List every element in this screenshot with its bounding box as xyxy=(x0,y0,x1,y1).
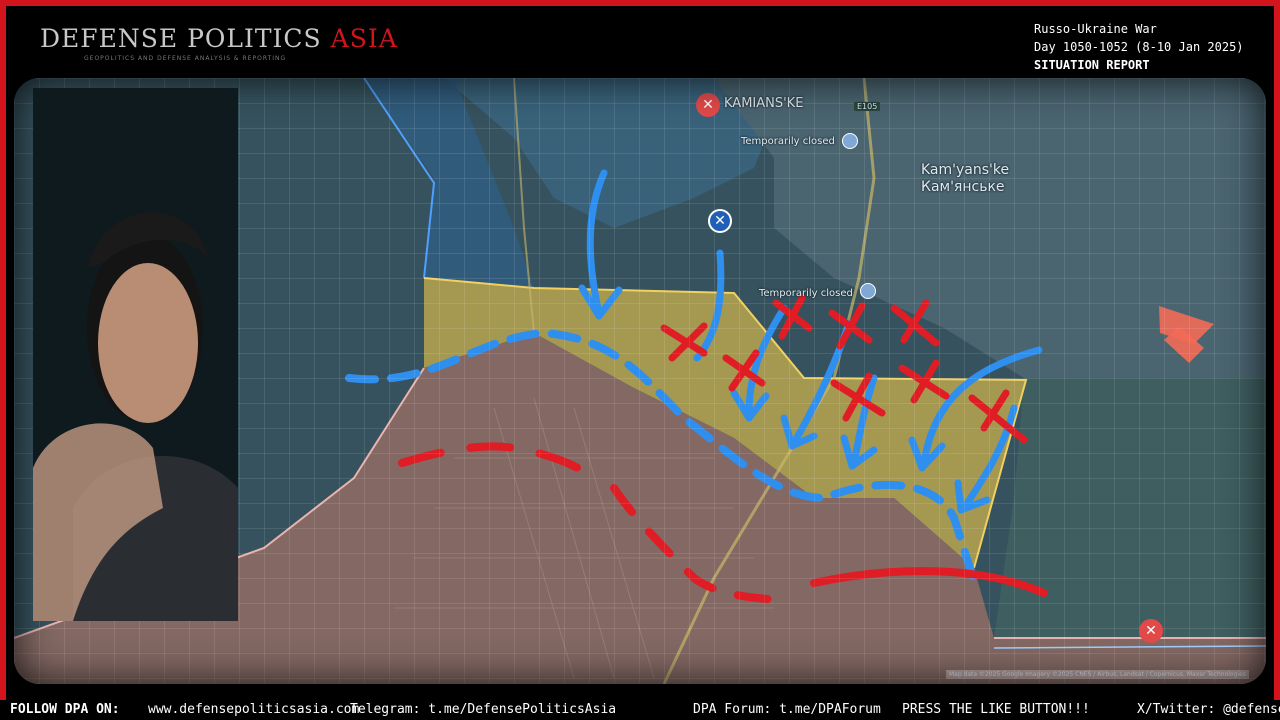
label-kamianske-cyrillic: Кам'янське xyxy=(921,179,1005,195)
report-war-title: Russo-Ukraine War xyxy=(1034,22,1157,36)
label-kamianske-upper: KAMIANS'KE xyxy=(724,96,804,111)
presenter-video xyxy=(33,88,238,621)
ticker-forum[interactable]: DPA Forum: t.me/DPAForum xyxy=(693,700,881,720)
poi-marker-1[interactable] xyxy=(842,133,858,149)
logo-text: DEFENSE POLITICS ASIA xyxy=(40,24,398,53)
label-temporarily-closed-2: Temporarily closed xyxy=(759,288,853,299)
label-temporarily-closed-1: Temporarily closed xyxy=(741,136,835,147)
report-type: SITUATION REPORT xyxy=(1034,58,1150,72)
ticker-bar: FOLLOW DPA ON: www.defensepoliticsasia.c… xyxy=(0,700,1280,720)
poi-marker-2[interactable] xyxy=(860,283,876,299)
logo-tagline: GEOPOLITICS AND DEFENSE ANALYSIS & REPOR… xyxy=(84,55,287,62)
presenter-silhouette xyxy=(33,88,238,621)
label-kamianske-latin: Kam'yans'ke xyxy=(921,162,1010,178)
ua-battle-icon[interactable]: ✕ xyxy=(708,209,732,233)
logo-main: DEFENSE POLITICS xyxy=(40,24,322,53)
ticker-follow-label: FOLLOW DPA ON: xyxy=(10,702,120,717)
ticker-twitter[interactable]: X/Twitter: @defensepoliticsasia xyxy=(1137,700,1280,720)
map-credit: Map data ©2025 Google Imagery ©2025 CNES… xyxy=(946,670,1249,679)
ticker-telegram[interactable]: Telegram: t.me/DefensePoliticsAsia xyxy=(350,700,616,720)
label-road: E105 xyxy=(854,102,881,111)
report-title-block: Russo-Ukraine War Day 1050-1052 (8-10 Ja… xyxy=(1034,20,1244,74)
report-day-range: Day 1050-1052 (8-10 Jan 2025) xyxy=(1034,40,1244,54)
kamianske-battle-icon[interactable]: ✕ xyxy=(696,93,720,117)
ticker-like: PRESS THE LIKE BUTTON!!! xyxy=(902,702,1090,717)
ticker-website[interactable]: www.defensepoliticsasia.com xyxy=(148,700,359,720)
southeast-battle-icon[interactable]: ✕ xyxy=(1139,619,1163,643)
logo-accent: ASIA xyxy=(330,24,398,53)
